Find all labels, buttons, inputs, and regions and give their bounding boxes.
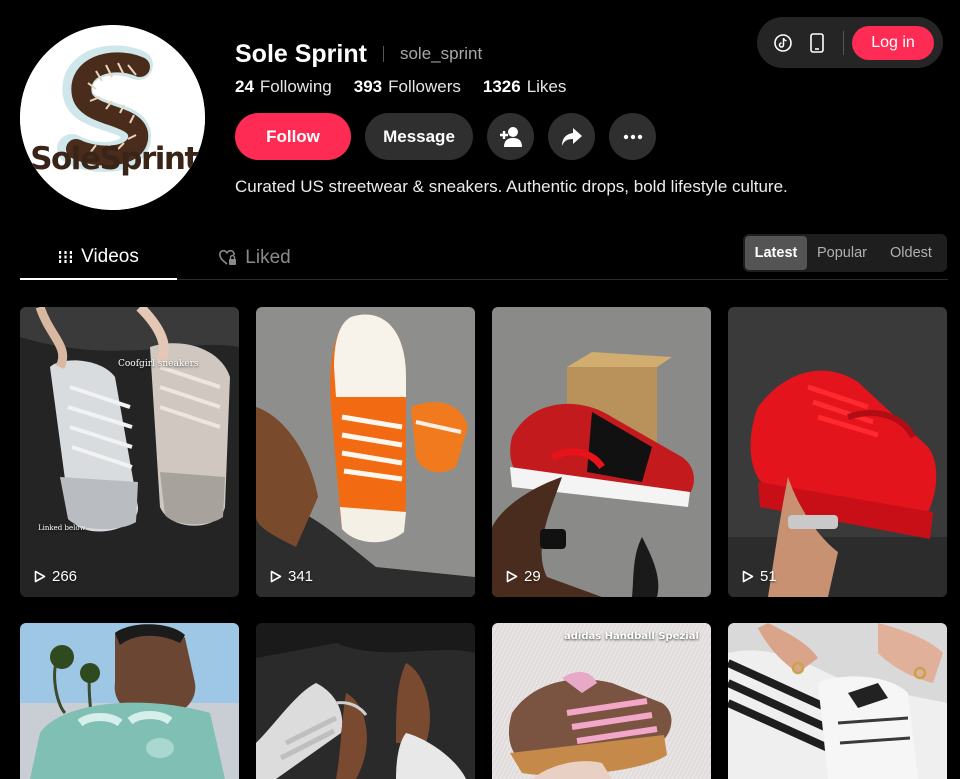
- phone-icon: [810, 32, 824, 53]
- profile-stats: 24 Following 393 Followers 1326 Likes: [235, 76, 566, 98]
- tab-label: Videos: [81, 246, 139, 267]
- play-icon: [742, 570, 754, 583]
- profile-bio: Curated US streetwear & sneakers. Authen…: [235, 177, 788, 196]
- view-count-value: 29: [524, 568, 541, 585]
- video-card[interactable]: adidas Handball Spezial: [492, 623, 711, 779]
- video-thumbnail: [492, 623, 711, 779]
- logo-text: SoleSprint: [30, 141, 199, 177]
- sole-sprint-logo: SoleSprint: [20, 25, 205, 210]
- tiktok-button[interactable]: [771, 31, 795, 55]
- video-thumbnail: [728, 623, 947, 779]
- view-count: 29: [506, 568, 541, 585]
- video-card[interactable]: [256, 623, 475, 779]
- stat-label: Likes: [526, 77, 567, 96]
- sort-popular[interactable]: Popular: [807, 236, 877, 270]
- share-button[interactable]: [548, 113, 595, 160]
- get-app-button[interactable]: [805, 31, 829, 55]
- profile-avatar: SoleSprint: [20, 25, 205, 210]
- view-count: 341: [270, 568, 313, 585]
- profile-name-row: Sole Sprint sole_sprint: [235, 38, 482, 70]
- play-icon: [34, 570, 46, 583]
- login-button[interactable]: Log in: [852, 25, 934, 60]
- tab-label: Liked: [245, 247, 291, 268]
- video-caption-bottom: Linked below: [38, 524, 86, 532]
- video-thumbnail: [492, 307, 711, 597]
- video-thumbnail: [256, 623, 475, 779]
- view-count-value: 51: [760, 568, 777, 585]
- stat-followers[interactable]: 393 Followers: [354, 77, 461, 97]
- video-thumbnail: [256, 307, 475, 597]
- grid-icon: [59, 251, 73, 263]
- video-caption: adidas Handball Spezial: [564, 631, 699, 642]
- video-caption: Coofgirl sneakers: [118, 359, 199, 369]
- heart-lock-icon: [219, 250, 237, 265]
- stat-following[interactable]: 24 Following: [235, 77, 332, 97]
- video-thumbnail: [728, 307, 947, 597]
- message-button[interactable]: Message: [365, 113, 473, 160]
- video-card[interactable]: 29: [492, 307, 711, 597]
- topbar-divider: [843, 30, 844, 55]
- more-options-button[interactable]: [609, 113, 656, 160]
- video-card[interactable]: [20, 623, 239, 779]
- view-count: 266: [34, 568, 77, 585]
- add-friend-icon: [499, 126, 522, 147]
- stat-value: 1326: [482, 77, 521, 96]
- stat-value: 393: [353, 77, 383, 96]
- stat-label: Followers: [388, 77, 461, 96]
- tab-liked[interactable]: Liked: [180, 236, 330, 280]
- video-card[interactable]: 51: [728, 307, 947, 597]
- view-count: 51: [742, 568, 777, 585]
- sort-latest[interactable]: Latest: [745, 236, 807, 270]
- tiktok-icon: [774, 33, 792, 52]
- view-count-value: 341: [288, 568, 314, 585]
- more-icon: [623, 134, 642, 139]
- stat-likes: 1326 Likes: [483, 77, 567, 97]
- video-thumbnail: [20, 307, 239, 597]
- view-count-value: 266: [52, 568, 78, 585]
- display-name: Sole Sprint: [235, 39, 367, 68]
- name-divider: [382, 46, 384, 62]
- share-icon: [561, 127, 582, 146]
- sort-toggle: Latest Popular Oldest: [743, 234, 947, 272]
- video-card[interactable]: Coofgirl sneakers Linked below 266: [20, 307, 239, 597]
- add-friend-button[interactable]: [487, 113, 534, 160]
- play-icon: [270, 570, 282, 583]
- video-card[interactable]: [728, 623, 947, 779]
- username: sole_sprint: [399, 44, 483, 63]
- top-action-bar: Log in: [757, 17, 943, 68]
- profile-actions: Follow Message: [235, 113, 656, 160]
- video-card[interactable]: 341: [256, 307, 475, 597]
- sort-oldest[interactable]: Oldest: [877, 236, 945, 270]
- stat-label: Following: [259, 77, 332, 96]
- play-icon: [506, 570, 518, 583]
- video-thumbnail: [20, 623, 239, 779]
- stat-value: 24: [235, 77, 254, 96]
- tab-videos[interactable]: Videos: [20, 236, 177, 280]
- follow-button[interactable]: Follow: [235, 113, 351, 160]
